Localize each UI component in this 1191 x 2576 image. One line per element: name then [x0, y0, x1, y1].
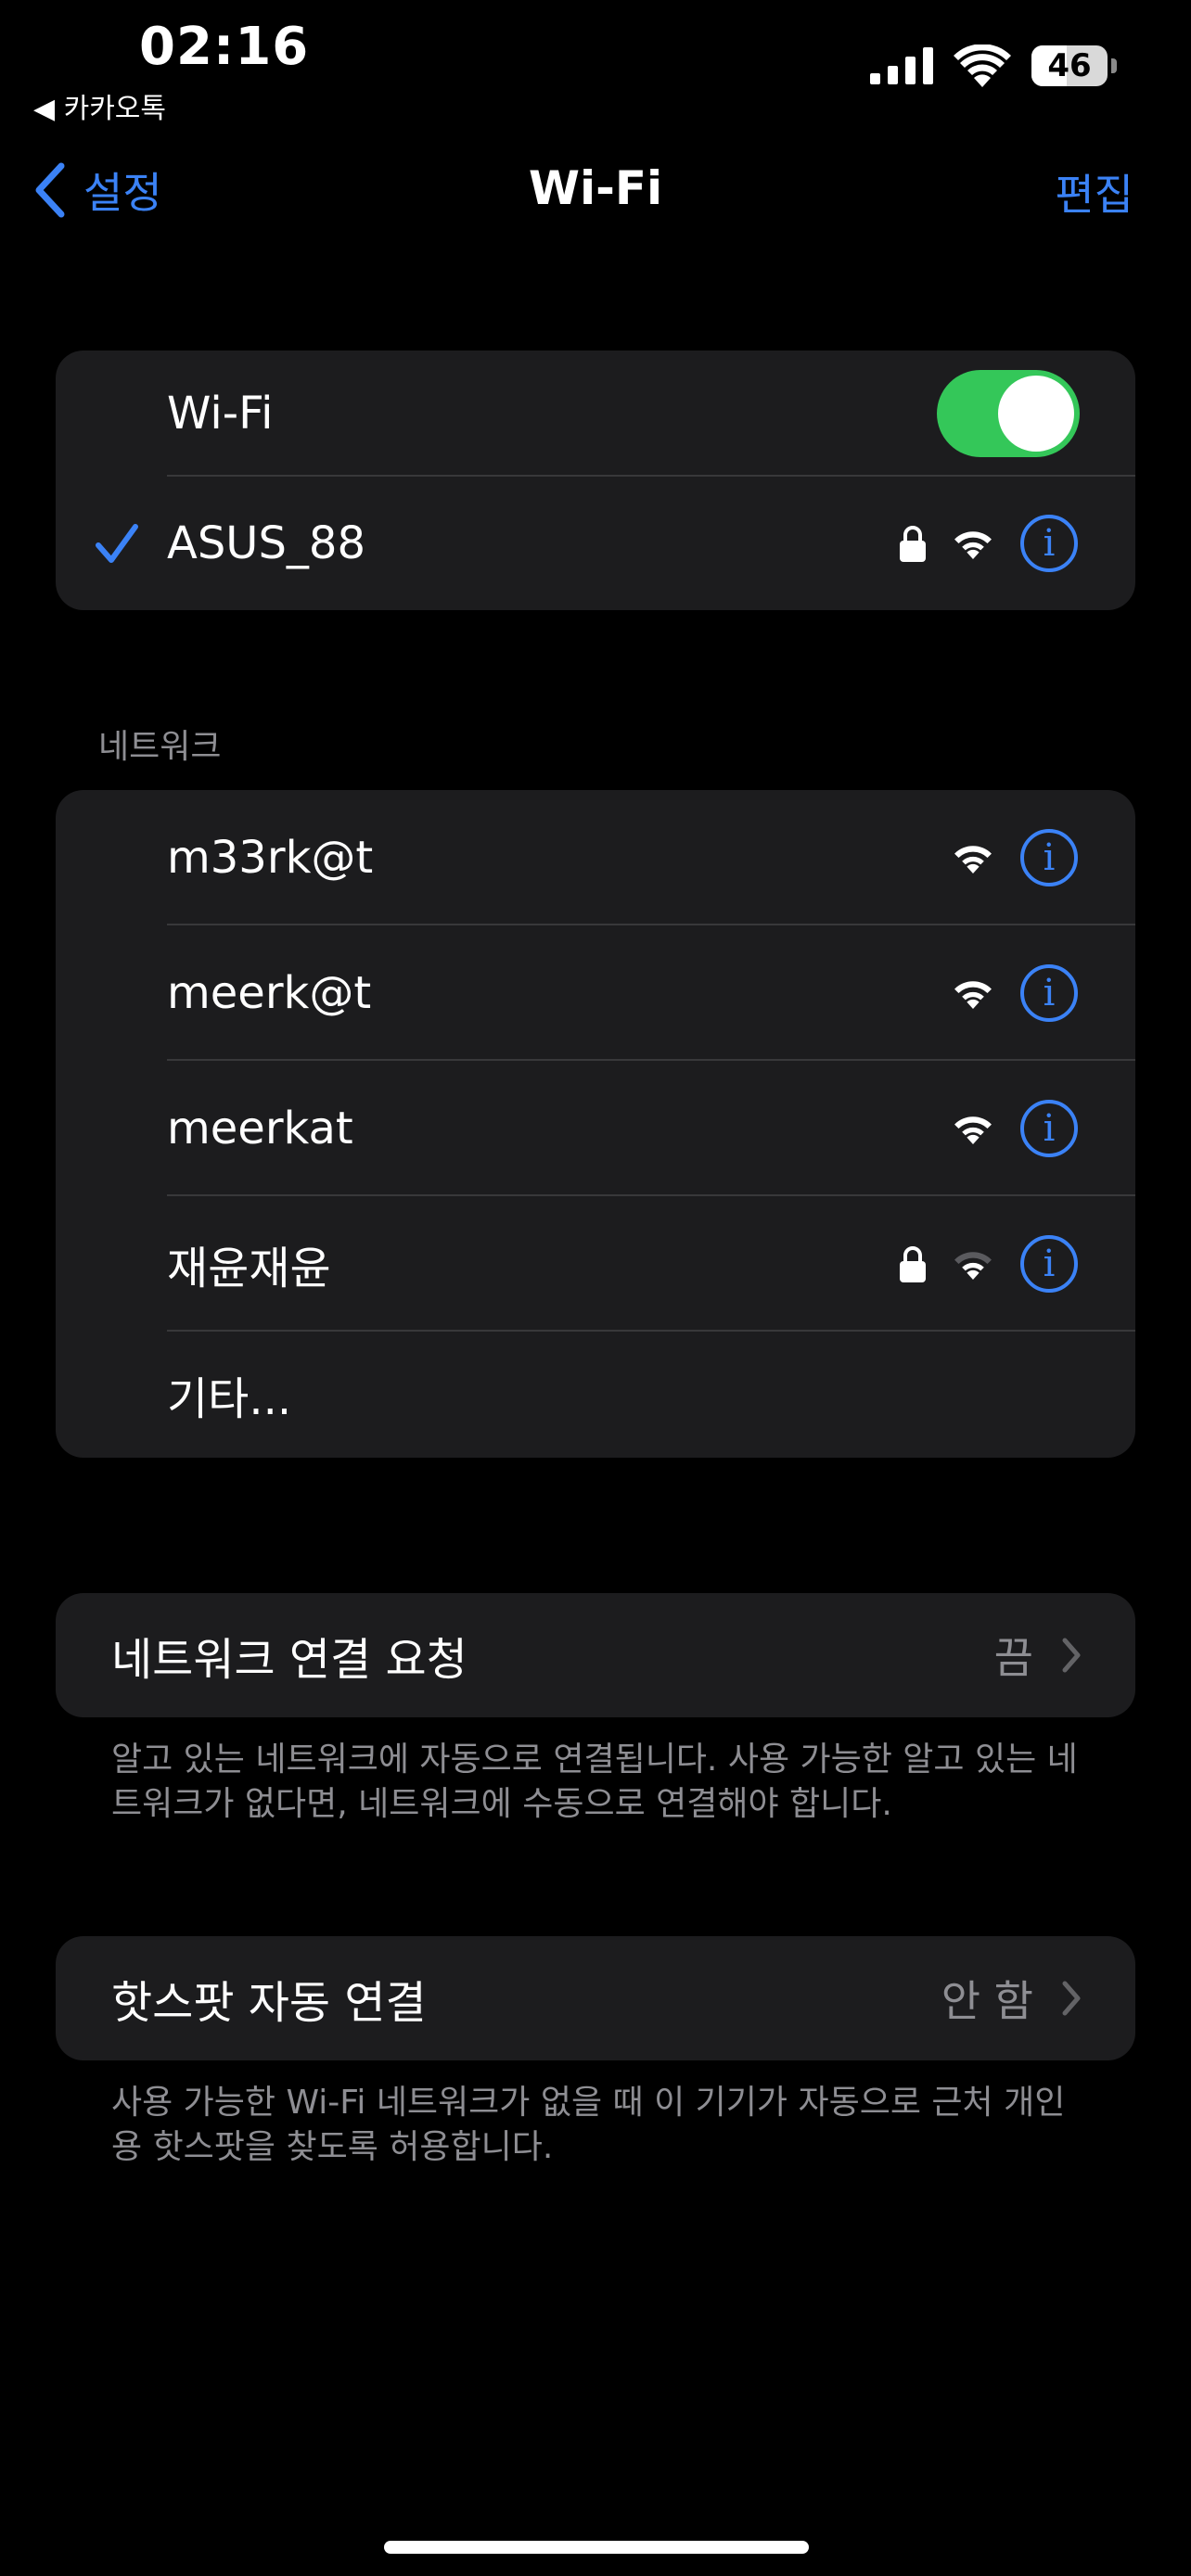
ask-to-join-label: 네트워크 연결 요청	[111, 1634, 467, 1686]
wifi-toggle-row: Wi-Fi	[56, 351, 1135, 477]
wifi-weak-icon	[954, 1252, 992, 1280]
ask-to-join-footnote: 알고 있는 네트워크에 자동으로 연결됩니다. 사용 가능한 알고 있는 네트워…	[111, 1741, 1078, 1823]
info-icon[interactable]: i	[1020, 1100, 1078, 1157]
status-icons: 46	[870, 45, 1117, 87]
edit-button[interactable]: 편집	[1055, 161, 1133, 223]
page-title: Wi-Fi	[528, 161, 663, 215]
info-icon[interactable]: i	[1020, 515, 1078, 572]
battery-tip	[1111, 58, 1117, 73]
network-row[interactable]: meerkat i	[56, 1061, 1135, 1196]
home-indicator[interactable]	[384, 2541, 809, 2554]
network-name: 재윤재윤	[167, 1243, 331, 1294]
wifi-strength-icon	[954, 1116, 992, 1144]
network-name: meerkat	[167, 1103, 353, 1154]
lock-icon	[900, 526, 926, 562]
wifi-icon	[954, 45, 1011, 87]
info-icon[interactable]: i	[1020, 1235, 1078, 1293]
chevron-right-icon	[1062, 1981, 1081, 2016]
network-row[interactable]: m33rk@t i	[56, 790, 1135, 925]
hotspot-label: 핫스팟 자동 연결	[111, 1977, 427, 2029]
network-name: m33rk@t	[167, 832, 374, 884]
networks-section-header: 네트워크	[98, 728, 222, 766]
networks-group: m33rk@t i meerk@t i meerkat i 재윤재윤 i 기타.…	[56, 790, 1135, 1458]
ask-to-join-row[interactable]: 네트워크 연결 요청 끔	[56, 1593, 1135, 1717]
other-network-label: 기타...	[167, 1373, 292, 1425]
ask-to-join-value: 끔	[993, 1633, 1033, 1683]
wifi-strength-icon	[954, 846, 992, 874]
network-row[interactable]: meerk@t i	[56, 925, 1135, 1061]
wifi-strength-icon	[954, 531, 992, 559]
connected-network-row[interactable]: ASUS_88 i	[56, 477, 1135, 610]
battery-level: 46	[1047, 47, 1092, 84]
hotspot-value: 안 함	[941, 1976, 1033, 2026]
network-row[interactable]: 재윤재윤 i	[56, 1196, 1135, 1332]
wifi-strength-icon	[954, 981, 992, 1009]
wifi-group: Wi-Fi ASUS_88 i	[56, 351, 1135, 610]
wifi-toggle-label: Wi-Fi	[167, 388, 274, 440]
lock-icon	[900, 1246, 926, 1282]
info-icon[interactable]: i	[1020, 829, 1078, 886]
connected-network-name: ASUS_88	[167, 517, 365, 569]
back-to-app-link[interactable]: ◀ 카카오톡	[33, 85, 166, 126]
cellular-signal-icon	[870, 47, 933, 84]
hotspot-footnote: 사용 가능한 Wi-Fi 네트워크가 없을 때 이 기기가 자동으로 근처 개인…	[111, 2084, 1066, 2166]
chevron-right-icon	[1062, 1638, 1081, 1673]
status-time: 02:16	[139, 17, 310, 77]
checkmark-icon	[96, 524, 138, 563]
hotspot-row[interactable]: 핫스팟 자동 연결 안 함	[56, 1936, 1135, 2060]
battery-icon: 46	[1031, 45, 1108, 86]
ask-to-join-group: 네트워크 연결 요청 끔	[56, 1593, 1135, 1717]
info-icon[interactable]: i	[1020, 964, 1078, 1022]
hotspot-group: 핫스팟 자동 연결 안 함	[56, 1936, 1135, 2060]
wifi-toggle[interactable]	[937, 370, 1080, 457]
other-network-row[interactable]: 기타...	[56, 1332, 1135, 1458]
network-name: meerk@t	[167, 967, 372, 1019]
